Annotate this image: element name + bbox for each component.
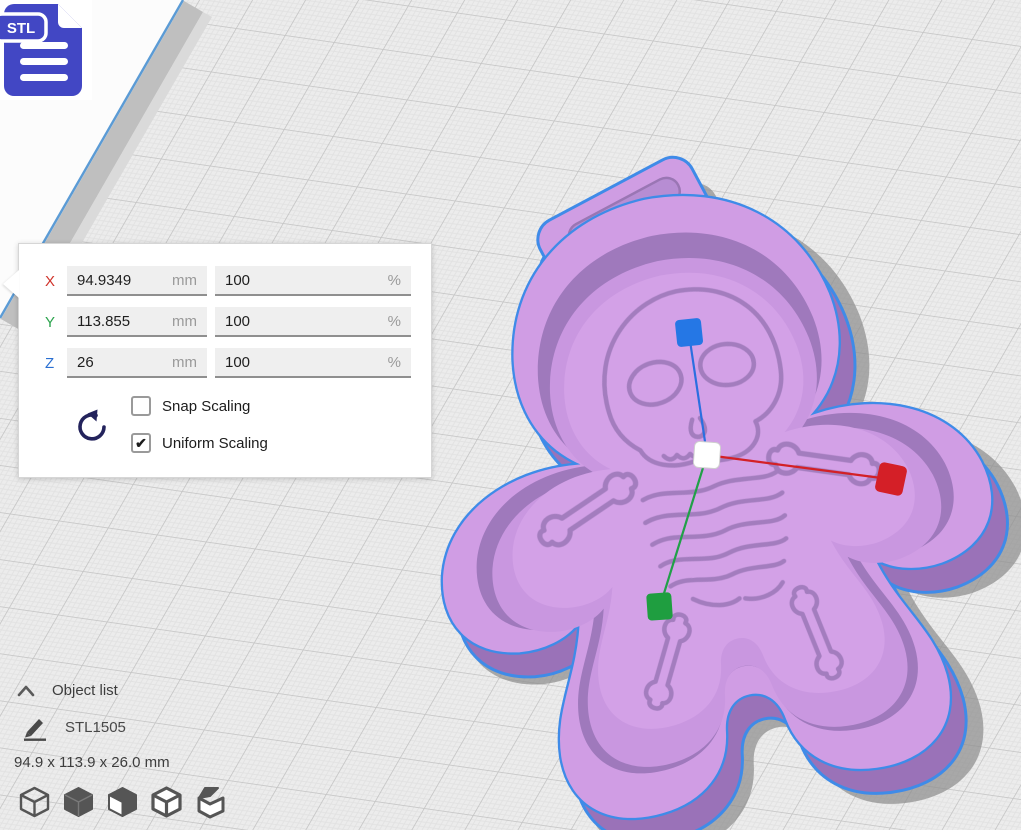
chevron-up-icon [16,683,36,698]
y-percent-input[interactable]: 100 % [215,307,411,337]
snap-scaling-row: Snap Scaling [131,396,250,416]
y-axis-handle[interactable] [646,592,673,621]
stl-file-icon[interactable]: STL [0,0,92,100]
pencil-icon [22,714,49,741]
x-size-input[interactable]: 94.9349 mm [67,266,207,296]
scale-row-x: X 94.9349 mm 100 % [45,266,411,296]
z-percent-input[interactable]: 100 % [215,348,411,378]
view-solid-icon[interactable] [62,785,95,821]
z-percent-unit: % [388,354,401,371]
x-axis-label: X [45,273,67,290]
center-handle[interactable] [693,441,721,469]
z-size-unit: mm [172,354,197,371]
y-size-input[interactable]: 113.855 mm [67,307,207,337]
y-size-unit: mm [172,313,197,330]
view-3d-icon[interactable] [18,785,51,821]
z-percent-value: 100 [225,354,250,371]
y-size-value: 113.855 [77,313,130,330]
view-front-face-icon[interactable] [106,785,139,821]
object-list-title: Object list [52,682,118,699]
y-percent-value: 100 [225,313,250,330]
y-axis-label: Y [45,314,67,331]
x-percent-unit: % [388,272,401,289]
view-outline-icon[interactable] [150,785,183,821]
reset-arrow-icon [73,409,109,445]
object-dimensions: 94.9 x 113.9 x 26.0 mm [14,754,170,771]
x-percent-value: 100 [225,272,250,289]
scale-row-z: Z 26 mm 100 % [45,348,411,378]
snap-scaling-checkbox[interactable] [131,396,151,416]
z-size-value: 26 [77,354,94,371]
x-size-unit: mm [172,272,197,289]
uniform-scaling-row: ✔ Uniform Scaling [131,433,268,453]
camera-view-toolbar [18,785,227,821]
y-percent-unit: % [388,313,401,330]
z-size-input[interactable]: 26 mm [67,348,207,378]
panel-pointer-notch [3,270,19,298]
object-item-name: STL1505 [65,719,126,736]
uniform-scaling-label: Uniform Scaling [162,435,268,452]
x-size-value: 94.9349 [77,272,131,289]
z-axis-label: Z [45,355,67,372]
x-percent-input[interactable]: 100 % [215,266,411,296]
z-axis-handle[interactable] [675,318,704,348]
object-list-header[interactable]: Object list [16,682,118,699]
stl-badge-label: STL [7,20,35,37]
uniform-scaling-checkbox[interactable]: ✔ [131,433,151,453]
object-list-item[interactable]: STL1505 [22,714,126,741]
snap-scaling-label: Snap Scaling [162,398,250,415]
view-open-lid-icon[interactable] [194,785,227,821]
application-window: STL X 94.9349 mm 100 % Y 113.855 mm 100 [0,0,1021,830]
stl-document-icon: STL [0,0,92,100]
scale-tool-panel: X 94.9349 mm 100 % Y 113.855 mm 100 % Z [18,243,432,478]
reset-scale-button[interactable] [71,408,111,448]
scale-row-y: Y 113.855 mm 100 % [45,307,411,337]
